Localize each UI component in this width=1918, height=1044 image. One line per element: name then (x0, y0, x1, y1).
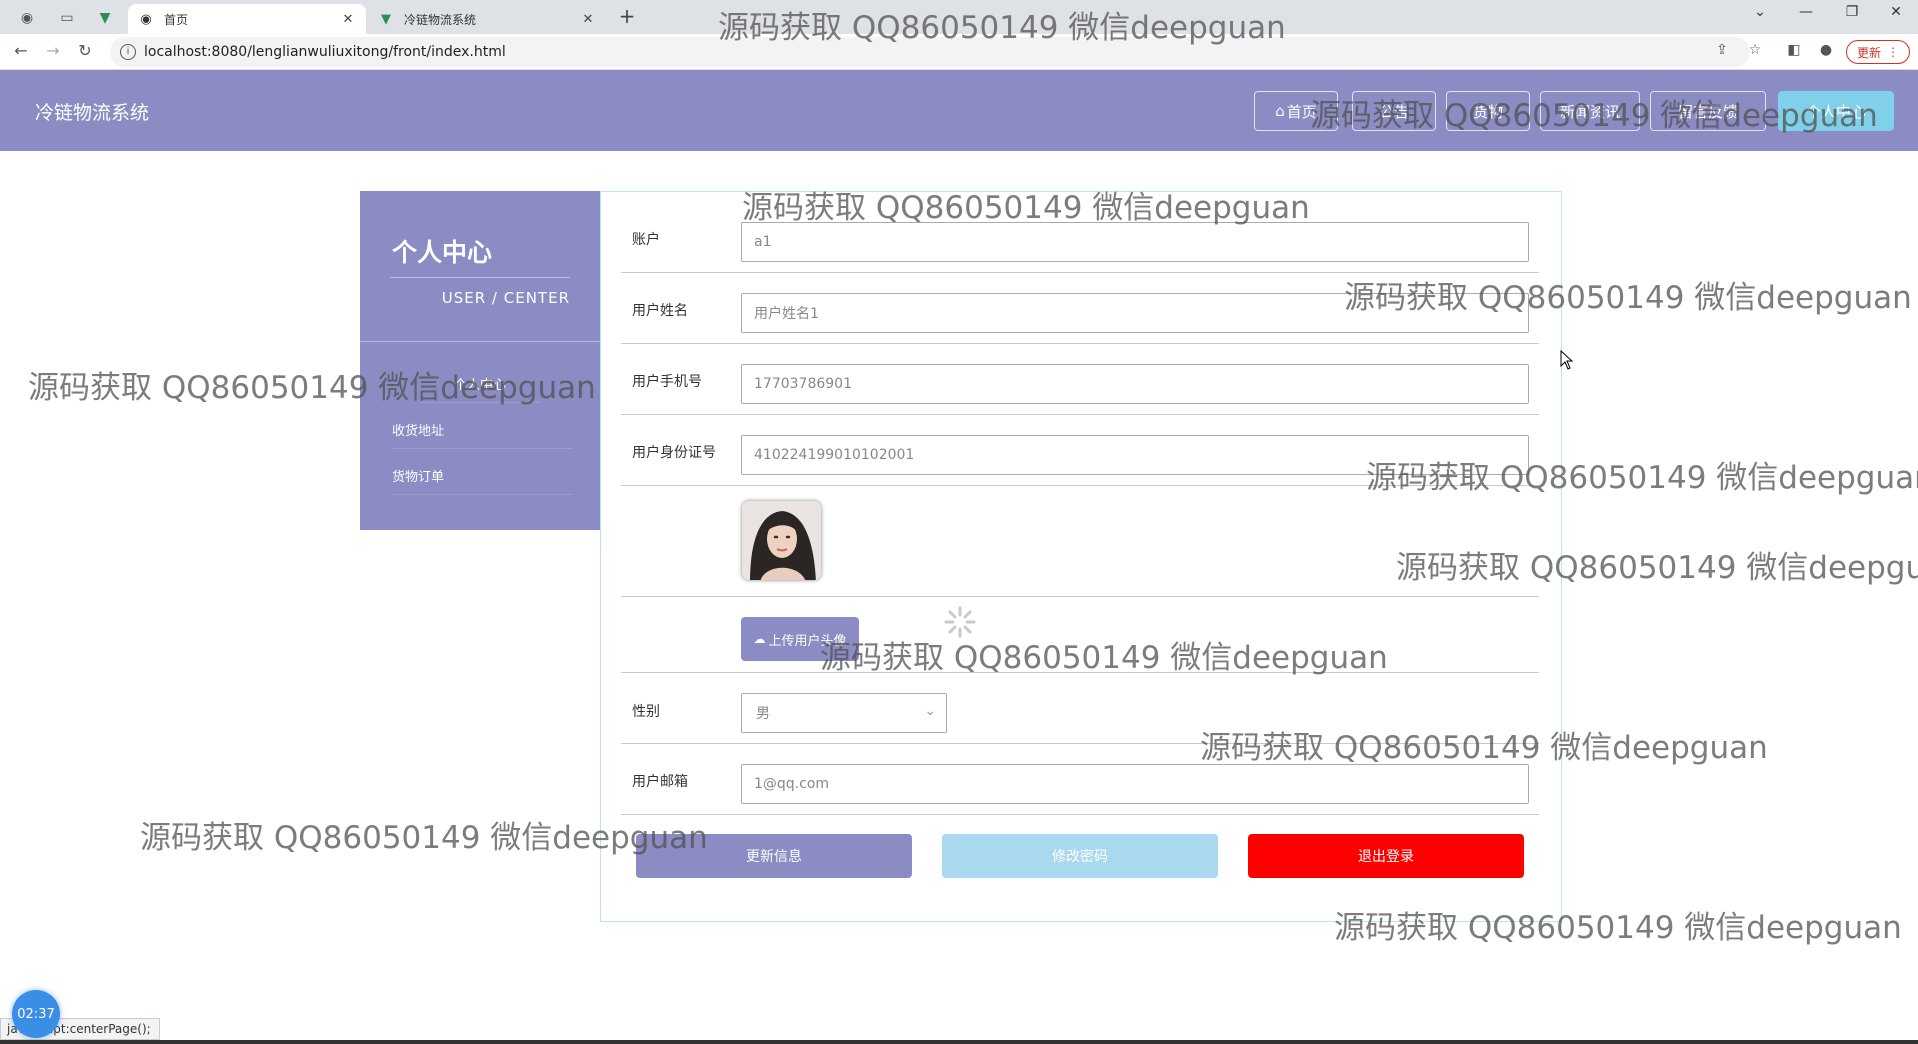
side-item-address[interactable]: 收货地址 (392, 411, 572, 449)
email-input[interactable]: 1@qq.com (741, 764, 1529, 804)
tab-home[interactable]: ◉ 首页 ✕ (128, 4, 366, 34)
field-label: 用户邮箱 (632, 774, 688, 790)
form-row-id-number: 用户身份证号 410224199010102001 (621, 415, 1539, 486)
forward-icon[interactable]: → (42, 41, 64, 63)
nav-news[interactable]: 新闻资讯 (1540, 91, 1640, 131)
info-icon[interactable]: i (120, 44, 136, 60)
url-text: localhost:8080/lenglianwuliuxitong/front… (144, 44, 506, 60)
nav-label: 个人中心 (1805, 102, 1866, 121)
side-item-user-center[interactable]: 个人中心 (420, 365, 540, 403)
back-icon[interactable]: ← (10, 41, 32, 63)
new-tab-button[interactable]: + (616, 6, 638, 28)
share-icon[interactable]: ⇪ (1712, 42, 1732, 62)
cloud-upload-icon: ☁ (753, 632, 766, 646)
side-title: 个人中心 (392, 238, 493, 267)
nav-notice[interactable]: 公告 (1352, 91, 1436, 131)
star-icon[interactable]: ☆ (1745, 42, 1765, 62)
form-row-upload: ☁ 上传用户头像 (621, 597, 1539, 673)
form-row-phone: 用户手机号 17703786901 (621, 344, 1539, 415)
browser-update-button[interactable]: 更新 ⋮ (1846, 40, 1910, 64)
nav-label: 新闻资讯 (1559, 102, 1620, 121)
form-row-avatar (621, 486, 1539, 597)
more-icon: ⋮ (1887, 45, 1899, 59)
field-label: 账户 (632, 232, 660, 248)
site-header: 冷链物流系统 ⌂ 首页 公告 货物 新闻资讯 留言反馈 个人中心 (0, 70, 1918, 151)
name-input[interactable]: 用户姓名1 (741, 293, 1529, 333)
side-item-label: 个人中心 (453, 378, 506, 393)
form-row-email: 用户邮箱 1@qq.com (621, 744, 1539, 815)
update-info-button[interactable]: 更新信息 (636, 834, 912, 878)
globe-icon: ◉ (140, 11, 152, 27)
reload-icon[interactable]: ↻ (74, 41, 96, 63)
pinned-tab-vue[interactable]: ▼ (90, 5, 120, 31)
address-bar: ← → ↻ i localhost:8080/lenglianwuliuxito… (0, 34, 1918, 70)
upload-label: 上传用户头像 (768, 633, 847, 649)
profile-icon[interactable]: ● (1816, 42, 1836, 62)
vue-logo-icon: ▼ (99, 10, 111, 26)
field-label: 性别 (632, 704, 660, 720)
browser-tab-bar: ◉ ▭ ▼ ◉ 首页 ✕ ▼ 冷链物流系统 ✕ + ⌄ — ❐ ✕ (0, 0, 1918, 34)
side-subtitle: USER / CENTER (441, 289, 570, 307)
nav-user-center[interactable]: 个人中心 (1778, 91, 1894, 131)
taskbar-edge (0, 1040, 1918, 1044)
id-number-input[interactable]: 410224199010102001 (741, 435, 1529, 475)
pinned-tab-blank[interactable]: ▭ (52, 5, 82, 31)
nav-label: 货物 (1472, 102, 1503, 121)
phone-input[interactable]: 17703786901 (741, 364, 1529, 404)
side-item-orders[interactable]: 货物订单 (392, 457, 572, 495)
gender-value: 男 (756, 706, 770, 722)
restore-icon[interactable]: ❐ (1832, 4, 1872, 28)
recording-timer[interactable]: 02:37 (12, 990, 60, 1038)
side-item-label: 货物订单 (392, 470, 445, 485)
blank-page-icon: ▭ (60, 10, 74, 26)
nav-label: 公告 (1378, 102, 1409, 121)
chevron-down-icon: ⌄ (924, 703, 936, 719)
tab-search-chevron-icon[interactable]: ⌄ (1740, 4, 1780, 28)
nav-home[interactable]: ⌂ 首页 (1254, 91, 1338, 131)
form-row-account: 账户 a1 (621, 192, 1539, 273)
tab-title: 冷链物流系统 (404, 12, 477, 27)
nav-label: 首页 (1286, 102, 1317, 121)
tab-system[interactable]: ▼ 冷链物流系统 ✕ (368, 4, 606, 34)
nav-goods[interactable]: 货物 (1446, 91, 1530, 131)
minimize-icon[interactable]: — (1786, 4, 1826, 28)
side-divider (390, 277, 570, 278)
close-icon[interactable]: ✕ (580, 12, 596, 27)
upload-avatar-button[interactable]: ☁ 上传用户头像 (741, 617, 859, 661)
vue-logo-icon: ▼ (381, 11, 391, 27)
url-field[interactable]: i localhost:8080/lenglianwuliuxitong/fro… (110, 37, 1750, 67)
field-label: 用户姓名 (632, 303, 688, 319)
side-divider (360, 341, 600, 342)
side-panel-icon[interactable]: ◧ (1784, 42, 1804, 62)
profile-form: 账户 a1 用户姓名 用户姓名1 用户手机号 17703786901 用户身份证… (600, 191, 1562, 922)
form-row-name: 用户姓名 用户姓名1 (621, 273, 1539, 344)
form-row-gender: 性别 男 ⌄ (621, 673, 1539, 744)
tab-title: 首页 (164, 12, 189, 27)
logout-button[interactable]: 退出登录 (1248, 834, 1524, 878)
mouse-cursor-icon (1560, 350, 1574, 370)
avatar (741, 500, 822, 581)
loading-spinner-icon (944, 606, 976, 638)
gender-select[interactable]: 男 ⌄ (741, 693, 947, 733)
field-label: 用户身份证号 (632, 445, 716, 461)
site-title: 冷链物流系统 (35, 102, 150, 124)
home-icon: ⌂ (1275, 102, 1285, 120)
close-icon[interactable]: ✕ (340, 12, 356, 27)
pinned-tab-globe[interactable]: ◉ (12, 5, 42, 31)
globe-icon: ◉ (20, 10, 34, 26)
field-label: 用户手机号 (632, 374, 702, 390)
account-input[interactable]: a1 (741, 222, 1529, 262)
change-password-button[interactable]: 修改密码 (942, 834, 1218, 878)
nav-label: 留言反馈 (1677, 102, 1738, 121)
nav-feedback[interactable]: 留言反馈 (1650, 91, 1766, 131)
side-item-label: 收货地址 (392, 424, 445, 439)
window-close-icon[interactable]: ✕ (1876, 4, 1916, 28)
update-label: 更新 (1856, 45, 1881, 60)
side-menu: 个人中心 USER / CENTER 个人中心 收货地址 货物订单 (360, 191, 600, 530)
